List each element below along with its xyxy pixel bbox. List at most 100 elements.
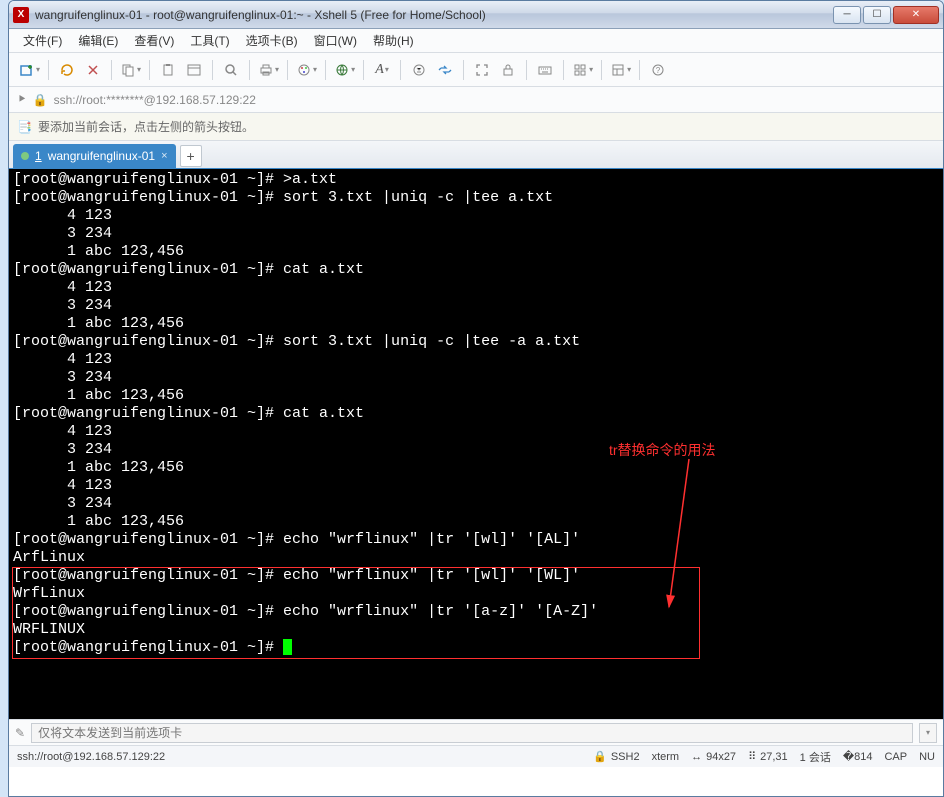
app-icon: X bbox=[13, 7, 29, 23]
toolbar-separator bbox=[601, 60, 602, 80]
terminal-line: 3 234 bbox=[13, 225, 939, 243]
compose-target-dropdown[interactable]: ▾ bbox=[919, 723, 937, 743]
session-tab[interactable]: 1 wangruifenglinux-01 × bbox=[13, 144, 176, 168]
globe-button[interactable]: ▾ bbox=[332, 58, 357, 82]
terminal-line: 3 234 bbox=[13, 441, 939, 459]
toolbar-separator bbox=[325, 60, 326, 80]
layout-button[interactable]: ▾ bbox=[608, 58, 633, 82]
new-session-button[interactable]: ▾ bbox=[17, 58, 42, 82]
status-pos: ⠿27,31 bbox=[748, 750, 788, 763]
compose-input[interactable] bbox=[31, 723, 913, 743]
terminal-line: 4 123 bbox=[13, 207, 939, 225]
font-button[interactable]: A▾ bbox=[370, 58, 394, 82]
status-link-icon: �814 bbox=[843, 750, 873, 763]
copy-button[interactable]: ▾ bbox=[118, 58, 143, 82]
tab-label: wangruifenglinux-01 bbox=[48, 149, 155, 163]
toolbar-separator bbox=[563, 60, 564, 80]
toolbar-separator bbox=[287, 60, 288, 80]
terminal-line: 4 123 bbox=[13, 423, 939, 441]
menu-edit[interactable]: 编辑(E) bbox=[72, 30, 124, 51]
terminal-cursor bbox=[283, 639, 292, 655]
toolbar-separator bbox=[363, 60, 364, 80]
transfer-button[interactable] bbox=[433, 58, 457, 82]
tile-button[interactable]: ▾ bbox=[570, 58, 595, 82]
terminal-line: WrfLinux bbox=[13, 585, 939, 603]
terminal[interactable]: [root@wangruifenglinux-01 ~]# >a.txt[roo… bbox=[9, 169, 943, 719]
reconnect-button[interactable] bbox=[55, 58, 79, 82]
terminal-line: [root@wangruifenglinux-01 ~]# >a.txt bbox=[13, 171, 939, 189]
compose-icon[interactable]: ✎ bbox=[15, 726, 25, 740]
status-size: ↔94x27 bbox=[691, 751, 736, 763]
menubar: 文件(F) 编辑(E) 查看(V) 工具(T) 选项卡(B) 窗口(W) 帮助(… bbox=[9, 29, 943, 53]
script-button[interactable] bbox=[407, 58, 431, 82]
minimize-button[interactable]: ─ bbox=[833, 6, 861, 24]
menu-view[interactable]: 查看(V) bbox=[128, 30, 180, 51]
lock-button[interactable] bbox=[496, 58, 520, 82]
terminal-line: 4 123 bbox=[13, 477, 939, 495]
menu-tabs[interactable]: 选项卡(B) bbox=[240, 30, 304, 51]
compose-bar: ✎ ▾ bbox=[9, 719, 943, 745]
menu-tools[interactable]: 工具(T) bbox=[184, 30, 235, 51]
tab-bar: 1 wangruifenglinux-01 × + bbox=[9, 141, 943, 169]
terminal-line: [root@wangruifenglinux-01 ~]# sort 3.txt… bbox=[13, 189, 939, 207]
address-bar: ⯈ 🔒 ssh://root:********@192.168.57.129:2… bbox=[9, 87, 943, 113]
terminal-line: 1 abc 123,456 bbox=[13, 513, 939, 531]
bookmark-add-icon[interactable]: 📑 bbox=[17, 120, 32, 134]
tab-close-icon[interactable]: × bbox=[161, 150, 167, 162]
properties-button[interactable] bbox=[182, 58, 206, 82]
window-controls: ─ ☐ ✕ bbox=[833, 6, 939, 24]
toolbar-separator bbox=[463, 60, 464, 80]
toolbar-separator bbox=[639, 60, 640, 80]
tab-index: 1 bbox=[35, 149, 42, 163]
print-button[interactable]: ▾ bbox=[256, 58, 281, 82]
disconnect-button[interactable] bbox=[81, 58, 105, 82]
fullscreen-button[interactable] bbox=[470, 58, 494, 82]
terminal-line: 1 abc 123,456 bbox=[13, 243, 939, 261]
keyboard-button[interactable] bbox=[533, 58, 557, 82]
status-protocol: 🔒SSH2 bbox=[593, 750, 639, 763]
terminal-line: 1 abc 123,456 bbox=[13, 315, 939, 333]
bookmark-arrow-icon[interactable]: ⯈ bbox=[17, 92, 27, 107]
menu-help[interactable]: 帮助(H) bbox=[367, 30, 420, 51]
terminal-line: [root@wangruifenglinux-01 ~]# echo "wrfl… bbox=[13, 603, 939, 621]
maximize-button[interactable]: ☐ bbox=[863, 6, 891, 24]
palette-button[interactable]: ▾ bbox=[294, 58, 319, 82]
terminal-line: [root@wangruifenglinux-01 ~]# bbox=[13, 639, 939, 657]
address-text[interactable]: ssh://root:********@192.168.57.129:22 bbox=[54, 93, 256, 107]
status-connection: ssh://root@192.168.57.129:22 bbox=[17, 751, 165, 763]
terminal-line: 1 abc 123,456 bbox=[13, 459, 939, 477]
toolbar-separator bbox=[149, 60, 150, 80]
lock-small-icon: 🔒 bbox=[593, 750, 607, 763]
toolbar-separator bbox=[48, 60, 49, 80]
terminal-line: WRFLINUX bbox=[13, 621, 939, 639]
terminal-line: 4 123 bbox=[13, 351, 939, 369]
help-button[interactable]: ? bbox=[646, 58, 670, 82]
menu-file[interactable]: 文件(F) bbox=[17, 30, 68, 51]
cursor-pos-icon: ⠿ bbox=[748, 750, 756, 763]
menu-window[interactable]: 窗口(W) bbox=[308, 30, 363, 51]
terminal-line: 1 abc 123,456 bbox=[13, 387, 939, 405]
resize-icon: ↔ bbox=[691, 751, 702, 763]
close-button[interactable]: ✕ bbox=[893, 6, 939, 24]
toolbar-separator bbox=[249, 60, 250, 80]
window-title: wangruifenglinux-01 - root@wangruifengli… bbox=[35, 8, 833, 22]
find-button[interactable] bbox=[219, 58, 243, 82]
new-tab-button[interactable]: + bbox=[180, 145, 202, 167]
status-dot-icon bbox=[21, 152, 29, 160]
terminal-line: [root@wangruifenglinux-01 ~]# cat a.txt bbox=[13, 405, 939, 423]
terminal-line: [root@wangruifenglinux-01 ~]# sort 3.txt… bbox=[13, 333, 939, 351]
toolbar: ▾ ▾ ▾ ▾ ▾ A▾ ▾ ▾ ? bbox=[9, 53, 943, 87]
toolbar-separator bbox=[526, 60, 527, 80]
toolbar-separator bbox=[212, 60, 213, 80]
toolbar-separator bbox=[111, 60, 112, 80]
paste-button[interactable] bbox=[156, 58, 180, 82]
titlebar[interactable]: X wangruifenglinux-01 - root@wangruifeng… bbox=[9, 1, 943, 29]
hint-bar: 📑 要添加当前会话，点击左侧的箭头按钮。 bbox=[9, 113, 943, 141]
status-cap: CAP bbox=[884, 751, 907, 763]
svg-text:?: ? bbox=[656, 66, 661, 75]
annotation-text: tr替换命令的用法 bbox=[609, 441, 716, 459]
terminal-line: 3 234 bbox=[13, 495, 939, 513]
status-term: xterm bbox=[652, 751, 680, 763]
lock-icon: 🔒 bbox=[33, 93, 48, 107]
terminal-line: [root@wangruifenglinux-01 ~]# echo "wrfl… bbox=[13, 531, 939, 549]
